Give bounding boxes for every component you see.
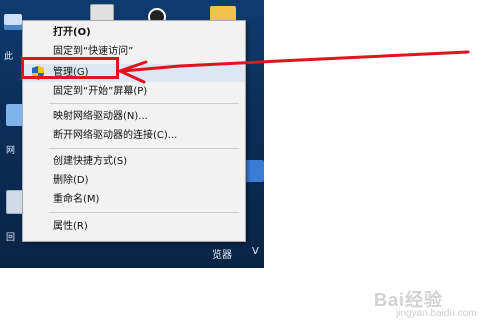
watermark-url: jingyan.baidu.com [396, 308, 477, 319]
annotation-arrow [118, 50, 470, 84]
